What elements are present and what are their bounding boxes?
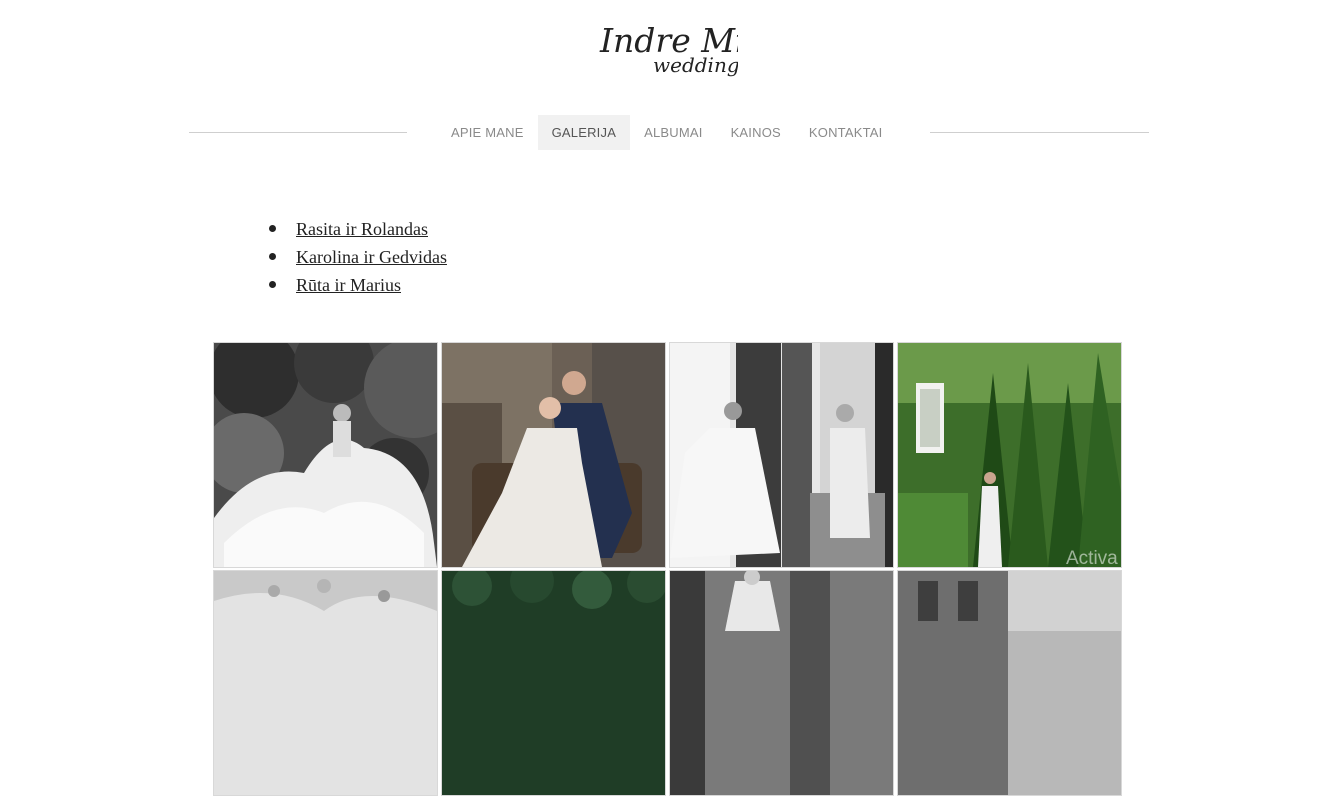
- nav-item-kontaktai[interactable]: KONTAKTAI: [795, 115, 897, 150]
- list-item: Karolina ir Gedvidas: [269, 244, 447, 272]
- nav-item-galerija[interactable]: GALERIJA: [537, 115, 631, 150]
- nav-item-apie-mane[interactable]: APIE MANE: [437, 115, 538, 150]
- bride-interior-bw-photo[interactable]: [669, 570, 894, 796]
- nav-menu: APIE MANE GALERIJA ALBUMAI KAINOS KONTAK…: [437, 115, 896, 151]
- list-item: Rūta ir Marius: [269, 272, 447, 300]
- ivy-wall-photo[interactable]: [441, 570, 666, 796]
- couple-seated-in-chair-photo[interactable]: [441, 342, 666, 568]
- bride-in-garden-photo[interactable]: [897, 342, 1122, 568]
- logo-line2: wedding: [653, 53, 738, 77]
- album-link-ruta-ir-marius[interactable]: Rūta ir Marius: [296, 275, 401, 295]
- bullet-icon: [269, 281, 276, 288]
- bullet-icon: [269, 225, 276, 232]
- bullet-icon: [269, 253, 276, 260]
- album-link-rasita-ir-rolandas[interactable]: Rasita ir Rolandas: [296, 219, 428, 239]
- album-link-list: Rasita ir Rolandas Karolina ir Gedvidas …: [269, 216, 447, 300]
- nav-item-kainos[interactable]: KAINOS: [717, 115, 795, 150]
- bride-twirling-dress-bw-photo[interactable]: [213, 342, 438, 568]
- building-exterior-bw-photo[interactable]: [897, 570, 1122, 796]
- album-link-karolina-ir-gedvidas[interactable]: Karolina ir Gedvidas: [296, 247, 447, 267]
- list-item: Rasita ir Rolandas: [269, 216, 447, 244]
- site-logo[interactable]: Indre Mi wedding: [596, 14, 738, 86]
- nav-divider-right: [930, 132, 1149, 133]
- main-navigation: APIE MANE GALERIJA ALBUMAI KAINOS KONTAK…: [189, 115, 1149, 151]
- nav-item-albumai[interactable]: ALBUMAI: [630, 115, 716, 150]
- lace-dress-detail-photo[interactable]: [213, 570, 438, 796]
- bride-by-window-bw-photo[interactable]: [669, 342, 894, 568]
- activation-watermark: Activa: [1066, 548, 1118, 569]
- nav-divider-left: [189, 132, 407, 133]
